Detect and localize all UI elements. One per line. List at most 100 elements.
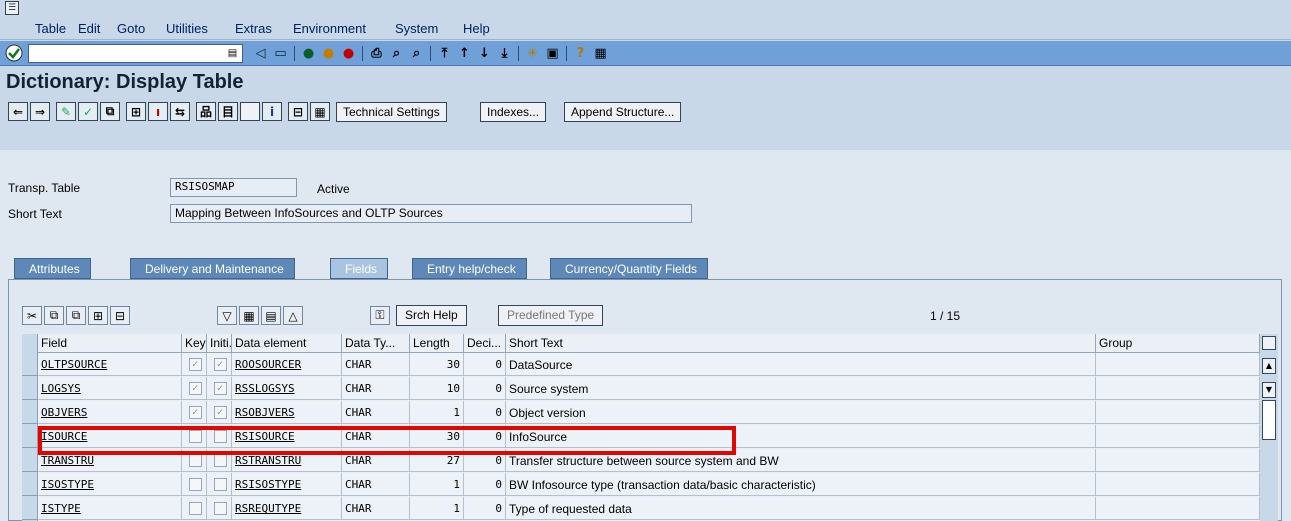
table-cell-elem[interactable]: RSREQUTYPE	[232, 497, 342, 520]
table-cell-field[interactable]: ISOSTYPE	[38, 473, 182, 496]
table-cell-field[interactable]: OLTPSOURCE	[38, 353, 182, 376]
cancel-icon[interactable]: ●	[340, 45, 357, 62]
row-selector[interactable]	[22, 473, 38, 496]
key-checkbox[interactable]	[188, 478, 202, 491]
column-header-init[interactable]: Initi...	[207, 334, 232, 353]
tab-attributes[interactable]: Attributes	[14, 258, 91, 279]
previous-object-icon[interactable]: ⇐	[8, 102, 28, 121]
short-text-field[interactable]: Mapping Between InfoSources and OLTP Sou…	[170, 204, 692, 223]
where-used-icon[interactable]: ⊞	[126, 102, 146, 121]
deselect-icon[interactable]: ▤	[261, 306, 281, 325]
info-icon[interactable]: i	[262, 102, 282, 121]
indexes-button[interactable]: Indexes...	[480, 102, 547, 122]
column-header-dec[interactable]: Deci...	[464, 334, 506, 353]
shortcut-icon[interactable]: ▣	[544, 45, 561, 62]
exit-icon[interactable]: ●	[320, 45, 337, 62]
sort-icon[interactable]: △	[283, 306, 303, 325]
row-selector[interactable]	[22, 401, 38, 424]
column-header-len[interactable]: Length	[410, 334, 464, 353]
table-contents-icon[interactable]: ▦	[310, 102, 330, 121]
previous-page-icon[interactable]: ↑	[456, 45, 473, 62]
command-field[interactable]	[28, 44, 243, 63]
table-name-field[interactable]: RSISOSMAP	[170, 178, 297, 197]
menu-system[interactable]: System	[395, 21, 438, 36]
back-icon[interactable]: ●	[300, 45, 317, 62]
table-cell-elem[interactable]: ROOSOURCER	[232, 353, 342, 376]
row-selector[interactable]	[22, 425, 38, 448]
tab-currency-quantity-fields[interactable]: Currency/Quantity Fields	[550, 258, 709, 279]
srch-help-button[interactable]: Srch Help	[396, 305, 467, 326]
contents-icon[interactable]: ⊟	[288, 102, 308, 121]
initial-value-checkbox[interactable]	[213, 478, 227, 491]
save-icon[interactable]: ▭	[272, 45, 289, 62]
command-history-icon[interactable]: ▤	[224, 45, 241, 62]
next-page-icon[interactable]: ↓	[476, 45, 493, 62]
key-checkbox[interactable]: ✓	[188, 406, 202, 419]
display-change-icon[interactable]: ✎	[56, 102, 76, 121]
column-header-group[interactable]: Group	[1096, 334, 1260, 353]
key-checkbox[interactable]: ✓	[188, 382, 202, 395]
system-menu-icon[interactable]: ☰	[5, 1, 19, 15]
column-header-field[interactable]: Field	[38, 334, 182, 353]
print-icon[interactable]: ⎙	[368, 45, 385, 62]
insert-row-icon[interactable]: ⊞	[88, 306, 108, 325]
back-arrow-icon[interactable]: ◁	[252, 45, 269, 62]
next-object-icon[interactable]: ⇒	[30, 102, 50, 121]
tab-fields[interactable]: Fields	[330, 258, 389, 279]
initial-value-checkbox[interactable]: ✓	[213, 406, 227, 419]
find-next-icon[interactable]: ⌕	[408, 45, 425, 62]
menu-table[interactable]: Table	[35, 21, 66, 36]
column-header-text[interactable]: Short Text	[506, 334, 1096, 353]
technical-settings-button[interactable]: Technical Settings	[336, 102, 447, 122]
column-header-type[interactable]: Data Ty...	[342, 334, 410, 353]
filter-icon[interactable]: ▽	[217, 306, 237, 325]
menu-utilities[interactable]: Utilities	[166, 21, 208, 36]
scroll-down-icon[interactable]: ▼	[1262, 382, 1276, 398]
predefined-type-button[interactable]: Predefined Type	[498, 305, 604, 326]
activate-icon[interactable]: ⧉	[100, 102, 120, 121]
scroll-thumb[interactable]	[1262, 400, 1276, 440]
key-checkbox[interactable]: ✓	[188, 358, 202, 371]
hierarchy-icon[interactable]: 品	[196, 102, 216, 121]
table-cell-elem[interactable]: RSOBJVERS	[232, 401, 342, 424]
menu-environment[interactable]: Environment	[293, 21, 366, 36]
check-icon[interactable]: ✓	[78, 102, 98, 121]
key-checkbox[interactable]	[188, 454, 202, 467]
append-structure-button[interactable]: Append Structure...	[564, 102, 682, 122]
information-icon[interactable]: ı	[148, 102, 168, 121]
scroll-up-icon[interactable]: ▲	[1262, 358, 1276, 374]
select-all-icon[interactable]: ▦	[239, 306, 259, 325]
cut-icon[interactable]: ✂	[22, 306, 42, 325]
initial-value-checkbox[interactable]: ✓	[213, 358, 227, 371]
column-header-key[interactable]: Key	[182, 334, 207, 353]
menu-help[interactable]: Help	[463, 21, 490, 36]
paste-icon[interactable]: ⧉	[66, 306, 86, 325]
last-page-icon[interactable]: ⤓	[496, 45, 513, 62]
column-settings-icon[interactable]	[1262, 336, 1276, 350]
initial-value-checkbox[interactable]: ✓	[213, 382, 227, 395]
first-page-icon[interactable]: ⤒	[436, 45, 453, 62]
delete-row-icon[interactable]: ⊟	[110, 306, 130, 325]
initial-value-checkbox[interactable]	[213, 502, 227, 515]
copy-icon[interactable]: ⧉	[44, 306, 64, 325]
key-checkbox[interactable]	[188, 502, 202, 515]
find-icon[interactable]: ⌕	[388, 45, 405, 62]
table-cell-field[interactable]: LOGSYS	[38, 377, 182, 400]
menu-edit[interactable]: Edit	[78, 21, 100, 36]
tab-entry-help-check[interactable]: Entry help/check	[412, 258, 527, 279]
table-cell-elem[interactable]: RSISOSTYPE	[232, 473, 342, 496]
row-selector[interactable]	[22, 377, 38, 400]
row-selector[interactable]	[22, 449, 38, 472]
menu-extras[interactable]: Extras	[235, 21, 272, 36]
create-session-icon[interactable]: ✳	[524, 45, 541, 62]
enter-check-icon[interactable]	[5, 44, 23, 62]
table-cell-field[interactable]: ISTYPE	[38, 497, 182, 520]
search-help-icon[interactable]: ⚿	[370, 306, 390, 325]
tab-delivery-maintenance[interactable]: Delivery and Maintenance	[130, 258, 295, 279]
initial-value-checkbox[interactable]	[213, 454, 227, 467]
navigation-window-icon[interactable]: 目	[218, 102, 238, 121]
row-selector[interactable]	[22, 353, 38, 376]
menu-goto[interactable]: Goto	[117, 21, 145, 36]
table-cell-field[interactable]: OBJVERS	[38, 401, 182, 424]
display-object-list-icon[interactable]: ⇆	[170, 102, 190, 121]
